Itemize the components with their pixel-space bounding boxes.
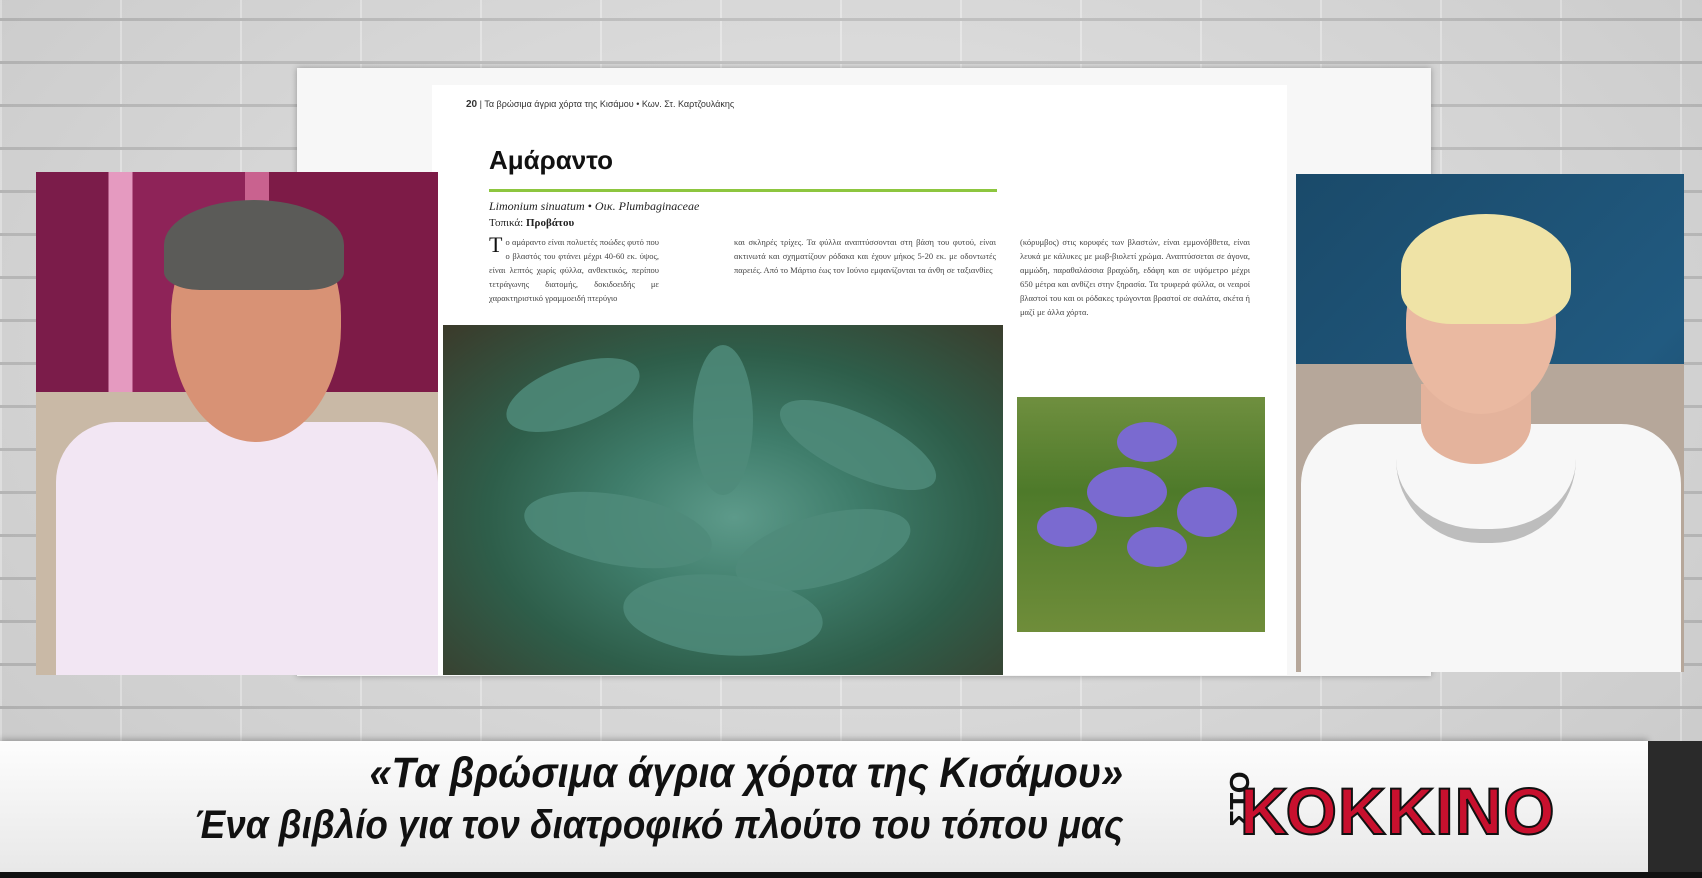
local-name-label: Τοπικά: <box>489 217 524 229</box>
entry-title: Αμάραντο <box>489 145 613 175</box>
running-header: 20 | Τα βρώσιμα άγρια χόρτα της Κισάμου … <box>466 99 735 110</box>
leaf-shape <box>518 479 718 581</box>
local-name: Τοπικά: Προβάτου <box>489 217 574 229</box>
plant-rosette-photo <box>443 325 1003 675</box>
running-header-text: Τα βρώσιμα άγρια χόρτα της Κισάμου • Κων… <box>484 99 735 109</box>
channel-logo: ΚΟΚΚΙΝΟ <box>1239 773 1556 849</box>
leaf-shape <box>768 381 948 509</box>
page-number: 20 <box>466 99 478 110</box>
banner-subtitle: Ένα βιβλίο για τον διατροφικό πλούτο του… <box>193 803 1123 847</box>
lower-third-banner: «Τα βρώσιμα άγρια χόρτα της Κισάμου» Ένα… <box>0 741 1648 872</box>
leaf-shape <box>496 342 650 448</box>
frame-edge <box>0 872 1702 878</box>
leaf-shape <box>693 345 753 495</box>
guest-hair <box>164 200 344 290</box>
host-video-right <box>1296 174 1684 672</box>
flower-bloom <box>1127 527 1187 567</box>
body-column-1: Το αμάραντο είναι πολυετές ποώδες φυτό π… <box>489 232 659 303</box>
banner-title: «Τα βρώσιμα άγρια χόρτα της Κισάμου» <box>369 749 1123 797</box>
flower-bloom <box>1117 422 1177 462</box>
flower-photo <box>1017 397 1265 632</box>
host-hair <box>1401 214 1571 324</box>
guest-video-left <box>36 172 438 675</box>
body-column-2: και σκληρές τρίχες. Τα φύλλα αναπτύσσοντ… <box>734 237 996 275</box>
latin-name: Limonium sinuatum • Οικ. Plumbaginaceae <box>489 199 700 213</box>
flower-bloom <box>1177 487 1237 537</box>
guest-shirt <box>56 422 438 675</box>
flower-bloom <box>1037 507 1097 547</box>
title-rule <box>489 189 997 192</box>
flower-bloom <box>1087 467 1167 517</box>
body-column-3: (κόρυμβος) στις κορυφές των βλαστών, είν… <box>1020 237 1250 317</box>
frame-edge <box>1648 741 1702 872</box>
local-name-value: Προβάτου <box>526 217 575 229</box>
